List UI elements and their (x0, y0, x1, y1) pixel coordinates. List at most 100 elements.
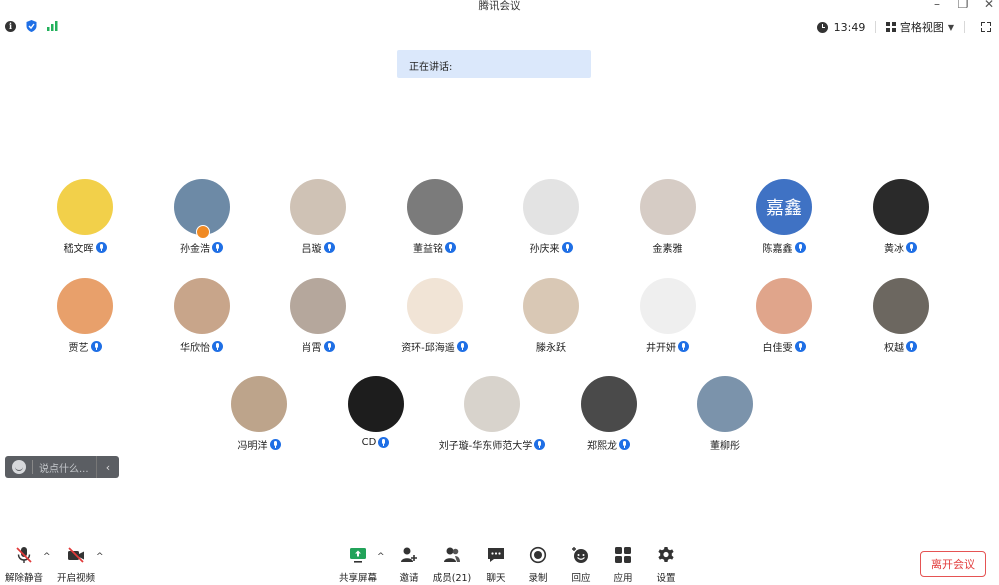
react-button[interactable]: 回应 (559, 546, 603, 584)
participant-tile[interactable]: 孙庆来 (493, 179, 609, 269)
participant-name-row: 肖霄 (260, 339, 376, 354)
avatar (406, 278, 463, 334)
avatar (173, 278, 230, 334)
participant-tile[interactable]: 滕永跃 (493, 278, 609, 368)
participant-name-row: 董柳彤 (667, 437, 783, 452)
start-video-button[interactable]: 开启视频 (54, 546, 98, 584)
avatar (290, 278, 346, 334)
participant-tile[interactable]: 肖霄 (260, 278, 376, 368)
participant-name: 郑熙龙 (587, 441, 617, 452)
divider (32, 460, 33, 474)
meeting-topbar: i 13:49 宫格视图 ▼ (0, 14, 999, 40)
bottom-toolbar: 解除静音 ^ 开启视频 ^ 共享屏幕 ^ 邀请 成员(21) 聊天 录制 回应 … (0, 540, 999, 585)
avatar (406, 179, 463, 235)
share-screen-button[interactable]: 共享屏幕 (336, 546, 380, 584)
participant-tile[interactable]: 冯明洋 (201, 376, 317, 466)
apps-button[interactable]: 应用 (601, 546, 645, 584)
participant-name-row: CD (318, 437, 434, 448)
participant-name: 孙金浩 (180, 244, 210, 255)
leave-meeting-button[interactable]: 离开会议 (920, 551, 986, 577)
settings-button[interactable]: 设置 (644, 546, 688, 584)
avatar (872, 278, 929, 334)
apps-icon (614, 546, 632, 564)
participant-tile[interactable]: 吕璇 (260, 179, 376, 269)
chat-input-bar[interactable]: 说点什么... ‹ (5, 456, 119, 478)
avatar (231, 376, 287, 432)
unmute-button[interactable]: 解除静音 (2, 546, 46, 584)
topbar-right: 13:49 宫格视图 ▼ (816, 19, 991, 35)
participant-tile[interactable]: 华欣怡 (144, 278, 260, 368)
clock-icon (816, 21, 828, 33)
invite-button[interactable]: 邀请 (387, 546, 431, 584)
share-options-icon[interactable]: ^ (377, 552, 385, 562)
participant-tile[interactable]: 权越 (843, 278, 959, 368)
participant-tile[interactable]: 黄冰 (843, 179, 959, 269)
mic-icon (561, 242, 573, 253)
participant-tile[interactable]: 刘子璇-华东师范大学 (434, 376, 550, 466)
participant-name: CD (361, 437, 377, 448)
video-options-icon[interactable]: ^ (96, 552, 104, 562)
app-title: 腾讯会议 (478, 0, 521, 12)
collapse-chat-icon[interactable]: ‹ (96, 456, 119, 478)
participant-tile[interactable]: 贾艺 (27, 278, 143, 368)
participant-name: 华欣怡 (180, 343, 210, 354)
participant-tile[interactable]: 白佳雯 (726, 278, 842, 368)
participant-name: 肖霄 (301, 343, 322, 354)
mic-icon (619, 439, 630, 450)
participant-tile[interactable]: 董柳彤 (667, 376, 783, 466)
mic-icon (212, 341, 223, 352)
add-user-icon (400, 546, 418, 564)
gear-icon (657, 546, 675, 564)
avatar (57, 179, 113, 235)
mic-icon (378, 437, 390, 448)
participant-name: 董益铭 (413, 244, 443, 255)
members-button[interactable]: 成员(21) (430, 546, 474, 584)
participant-name: 刘子璇-华东师范大学 (438, 441, 533, 452)
speaking-banner: 正在讲话: (397, 50, 591, 78)
close-icon[interactable]: ✕ (983, 0, 995, 11)
participant-tile[interactable]: 嘉鑫 陈嘉鑫 (726, 179, 842, 269)
participant-name: 吕璇 (301, 244, 322, 255)
shield-icon[interactable] (26, 20, 37, 32)
emoji-icon[interactable] (12, 460, 26, 474)
participant-tile[interactable]: 董益铭 (377, 179, 493, 269)
participant-name-row: 冯明洋 (201, 437, 317, 452)
mic-icon (906, 242, 917, 253)
participant-name: 黄冰 (884, 244, 904, 255)
chat-label: 聊天 (486, 573, 506, 584)
participant-tile[interactable]: 嵇文晖 (27, 179, 143, 269)
participant-tile[interactable]: 郑熙龙 (551, 376, 667, 466)
avatar: 嘉鑫 (756, 179, 812, 235)
participant-tile[interactable]: 资环-邱海遥 (377, 278, 493, 368)
record-button[interactable]: 录制 (516, 546, 560, 584)
speaking-label: 正在讲话: (409, 62, 453, 73)
fullscreen-icon[interactable] (981, 22, 991, 32)
caret-down-icon: ▼ (947, 22, 954, 32)
participant-tile[interactable]: 孙金浩 (144, 179, 260, 269)
mic-icon (794, 242, 806, 253)
avatar (290, 179, 346, 235)
participant-name: 资环-邱海遥 (401, 343, 455, 354)
mic-options-icon[interactable]: ^ (43, 552, 51, 562)
chat-input[interactable]: 说点什么... (39, 460, 96, 475)
restore-icon[interactable]: ❐ (957, 0, 969, 11)
participant-name: 冯明洋 (237, 441, 268, 452)
chat-button[interactable]: 聊天 (474, 546, 518, 584)
signal-icon[interactable] (47, 21, 58, 31)
avatar (523, 179, 579, 235)
reaction-icon (572, 546, 590, 564)
avatar (639, 179, 696, 235)
view-mode-select[interactable]: 宫格视图 ▼ (886, 19, 954, 35)
mic-icon (323, 242, 335, 253)
avatar (464, 376, 520, 432)
participant-name-row: 黄冰 (843, 240, 959, 255)
info-icon[interactable]: i (5, 20, 16, 32)
grid-view-icon (886, 22, 896, 32)
minimize-icon[interactable]: – (931, 0, 943, 11)
participant-name-row: 董益铭 (377, 240, 493, 255)
participant-name: 孙庆来 (529, 244, 560, 255)
participant-tile[interactable]: 金素雅 (610, 179, 726, 269)
participant-tile[interactable]: CD (318, 376, 434, 466)
participant-tile[interactable]: 井开妍 (610, 278, 726, 368)
participant-name-row: 资环-邱海遥 (377, 339, 493, 354)
